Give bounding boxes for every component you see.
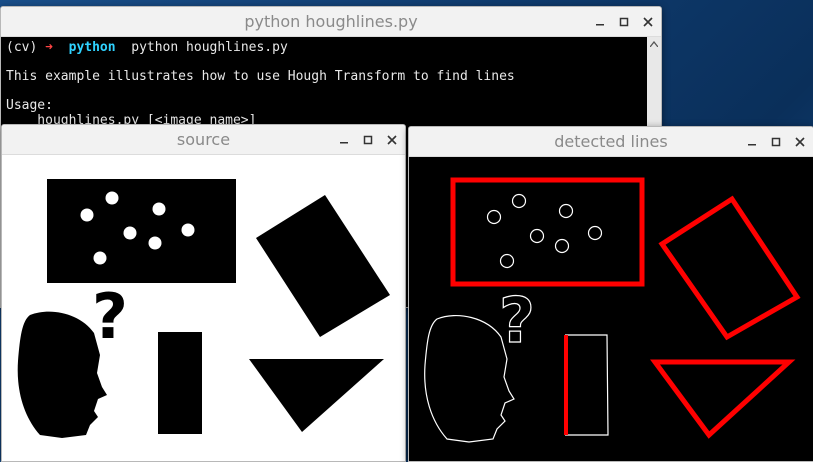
source-rect-with-dots [47,179,236,283]
minimize-icon[interactable] [337,133,351,147]
terminal-titlebar[interactable]: python houghlines.py [1,7,661,37]
minimize-icon[interactable] [745,135,759,149]
prompt-arrow: ➜ [45,40,53,55]
detected-question-mark: ? [499,284,535,357]
detected-tall-rect-outline [565,334,609,436]
maximize-icon[interactable] [769,135,783,149]
maximize-icon[interactable] [617,15,631,29]
prompt-env: (cv) [6,40,38,55]
prompt-command: python houghlines.py [131,40,288,55]
output-line: Usage: [6,98,53,114]
source-rotated-rect [256,195,390,337]
output-line: This example illustrates how to use Houg… [6,69,515,85]
source-tall-rect [158,332,202,434]
source-window[interactable]: source ? [1,124,406,462]
detected-circles [486,193,603,269]
source-image: ? [2,155,405,461]
detected-titlebar[interactable]: detected lines [409,127,813,157]
detected-image: ? [409,157,813,461]
source-titlebar[interactable]: source [2,125,405,155]
maximize-icon[interactable] [361,133,375,147]
close-icon[interactable] [385,133,399,147]
detected-triangle-outline [650,359,796,439]
prompt-dir: python [68,40,116,55]
scroll-up-icon[interactable] [647,37,661,51]
detected-lines-window[interactable]: detected lines ? [408,126,813,462]
close-icon[interactable] [641,15,655,29]
source-question-mark: ? [92,280,128,353]
terminal-title: python houghlines.py [244,12,418,31]
close-icon[interactable] [793,135,807,149]
detected-rect-outline [450,177,645,287]
detected-rotated-rect-outline [658,195,801,341]
source-triangle [249,359,384,432]
minimize-icon[interactable] [593,15,607,29]
